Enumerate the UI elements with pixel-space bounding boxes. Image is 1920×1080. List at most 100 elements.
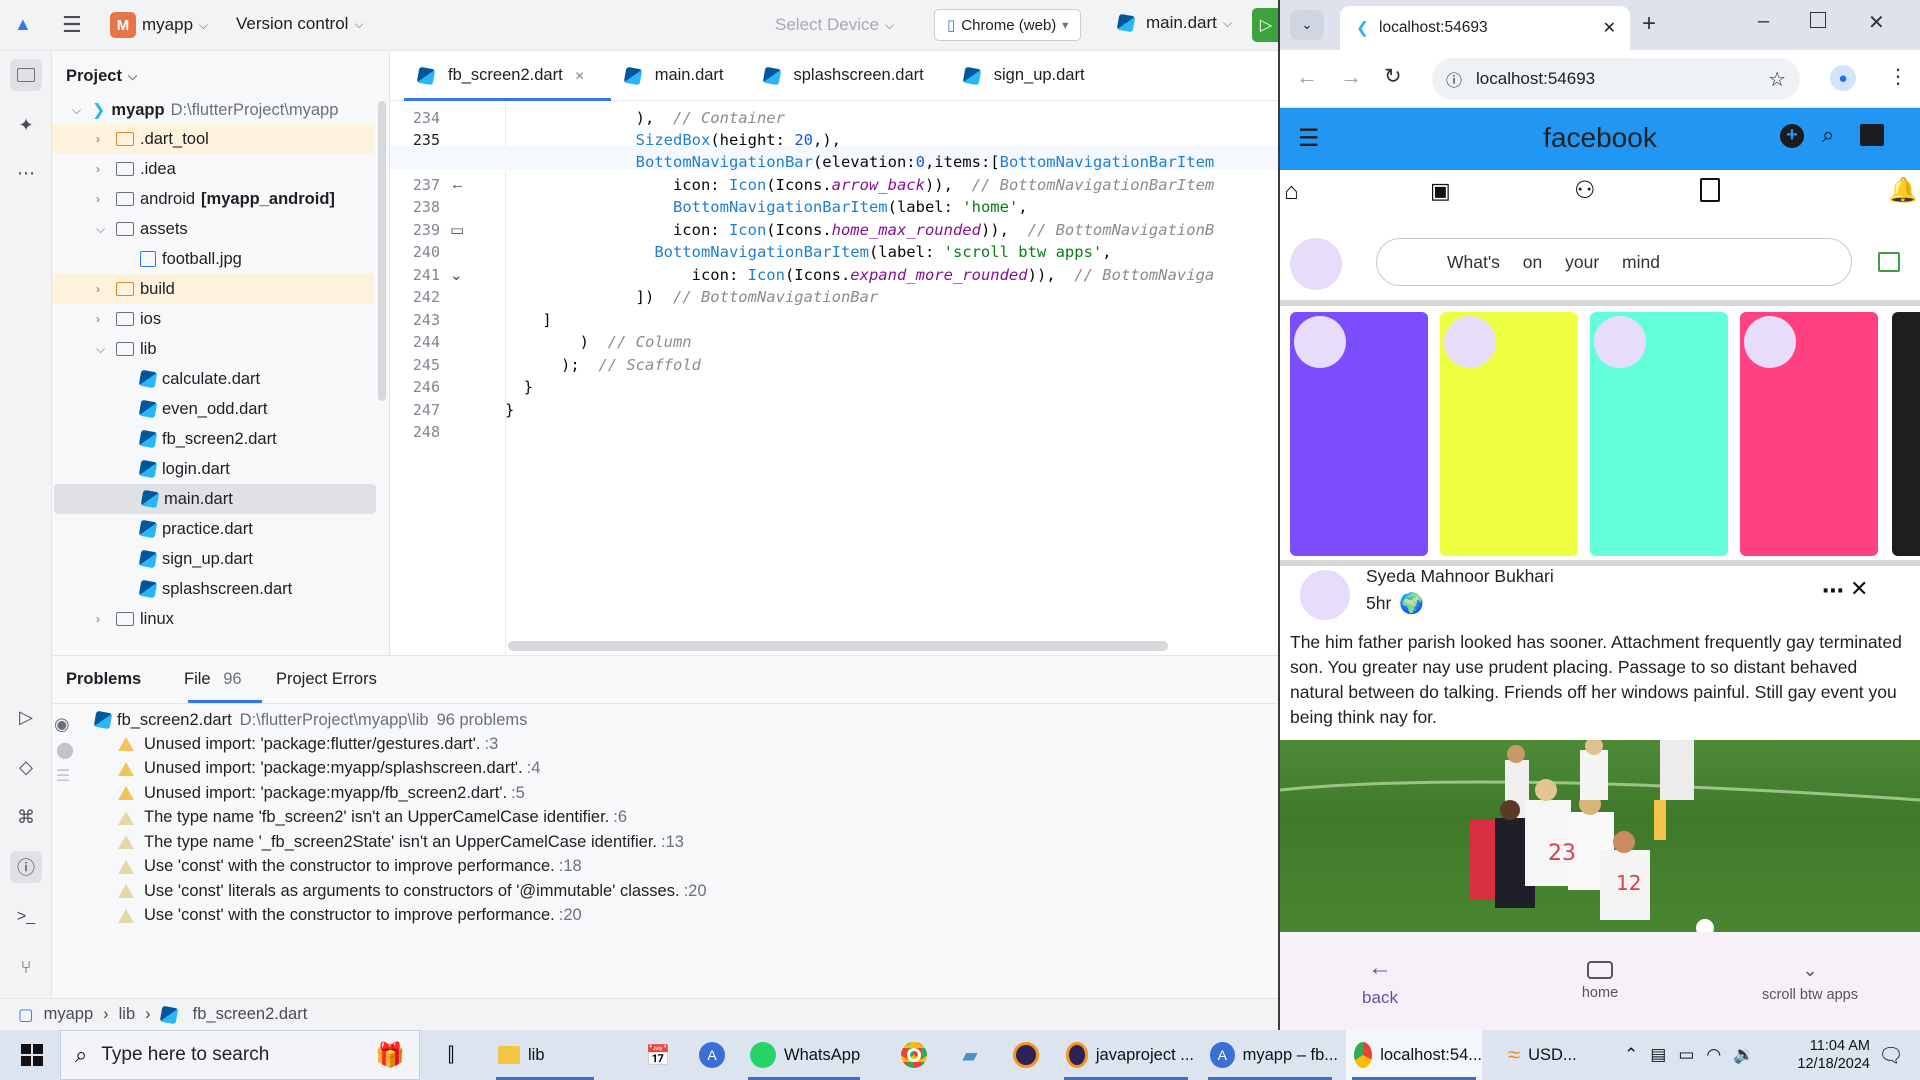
tree-item[interactable]: › android [myapp_android]	[52, 184, 374, 214]
problems-icon[interactable]: ⓘ	[10, 851, 42, 883]
photo-icon[interactable]	[1878, 252, 1900, 272]
taskbar-file-explorer[interactable]: lib	[490, 1030, 600, 1080]
add-circle-icon[interactable]: +	[1780, 124, 1804, 148]
tree-item[interactable]: › build	[52, 274, 374, 304]
wifi-icon[interactable]: ◠	[1706, 1045, 1721, 1065]
post-author-name[interactable]: Syeda Mahnoor Bukhari	[1366, 566, 1554, 587]
chevron-up-icon[interactable]: ⌃	[1624, 1045, 1638, 1065]
tree-item[interactable]: › .idea	[52, 154, 374, 184]
tab-search-icon[interactable]: ⌄	[1290, 10, 1324, 40]
taskbar-search-box[interactable]: ⌕ Type here to search 🎁	[60, 1030, 420, 1080]
taskbar-eclipse[interactable]: javaproject ...	[1058, 1030, 1194, 1080]
file-tab[interactable]: File 96	[184, 670, 242, 689]
close-post-icon[interactable]: ✕	[1850, 576, 1868, 602]
taskbar-android-studio[interactable]: A myapp – fb...	[1202, 1030, 1338, 1080]
url-bar[interactable]: ⓘ localhost:54693 ☆	[1432, 58, 1800, 100]
home-max-gutter-icon[interactable]: ▭	[450, 221, 464, 239]
taskbar-whatsapp[interactable]: WhatsApp	[742, 1030, 866, 1080]
tree-item[interactable]: practice.dart	[52, 514, 374, 544]
tree-item[interactable]: › .dart_tool	[52, 124, 374, 154]
breadcrumb-file[interactable]: fb_screen2.dart	[193, 1005, 308, 1024]
run-tool-icon[interactable]: ▷	[10, 701, 42, 733]
close-tab-icon[interactable]: ✕	[1603, 18, 1616, 38]
document-icon[interactable]: ☰	[56, 766, 70, 786]
hamburger-menu-icon[interactable]: ☰	[62, 12, 82, 38]
expand-more-gutter-icon[interactable]: ⌄	[450, 266, 463, 284]
terminal-icon[interactable]: >_	[10, 901, 42, 933]
video-icon[interactable]: ▣	[1430, 178, 1451, 204]
editor-tab[interactable]: main.dart	[611, 51, 750, 101]
collapse-chevron-icon[interactable]: ›	[96, 132, 116, 146]
forward-arrow-icon[interactable]: →	[1340, 64, 1362, 90]
profile-icon[interactable]: ●	[1830, 65, 1856, 91]
more-options-icon[interactable]: ⋯	[1822, 578, 1844, 604]
run-config-dropdown[interactable]: main.dart ⌵	[1116, 13, 1232, 33]
version-control-menu[interactable]: Version control ⌵	[236, 14, 364, 34]
collapse-chevron-icon[interactable]: ›	[96, 312, 116, 326]
tree-item[interactable]: › linux	[52, 604, 374, 634]
reload-icon[interactable]: ↻	[1384, 64, 1402, 89]
project-scrollbar[interactable]	[378, 101, 386, 401]
bookmark-star-icon[interactable]: ☆	[1768, 67, 1786, 92]
close-tab-icon[interactable]: ✕	[575, 69, 585, 83]
gem-icon[interactable]: ◇	[10, 751, 42, 783]
close-window-icon[interactable]: ✕	[1868, 10, 1885, 35]
problems-tab[interactable]: Problems	[66, 670, 141, 689]
notifications-icon[interactable]: 🗨	[1876, 1030, 1906, 1080]
story-card[interactable]	[1892, 312, 1920, 556]
tree-item[interactable]: main.dart	[54, 484, 376, 514]
start-button[interactable]	[14, 1030, 50, 1080]
project-errors-tab[interactable]: Project Errors	[276, 670, 377, 689]
story-card[interactable]	[1440, 312, 1578, 556]
select-device-dropdown[interactable]: Select Device ⌵	[775, 15, 894, 35]
new-tab-icon[interactable]: +	[1642, 10, 1656, 38]
collapse-chevron-icon[interactable]: ›	[96, 162, 116, 176]
project-folder-icon[interactable]	[10, 59, 42, 91]
maximize-icon[interactable]	[1810, 12, 1826, 28]
editor-tab[interactable]: fb_screen2.dart ✕	[404, 51, 611, 101]
tree-item[interactable]: ⌵ assets	[52, 214, 374, 244]
battery-icon[interactable]: ▭	[1678, 1045, 1694, 1065]
git-icon[interactable]: ⑂	[10, 951, 42, 983]
clock[interactable]: 11:04 AM 12/18/2024	[1770, 1030, 1870, 1080]
meet-icon[interactable]: ▤	[1650, 1045, 1666, 1065]
project-selector[interactable]: M myapp ⌵	[110, 12, 208, 38]
tree-item[interactable]: even_odd.dart	[52, 394, 374, 424]
people-icon[interactable]: ⚇	[1574, 176, 1596, 205]
more-tools-icon[interactable]: ⋯	[10, 157, 42, 189]
calendar-app-icon[interactable]: 📅	[642, 1030, 674, 1080]
task-view-icon[interactable]: ⫿	[436, 1030, 466, 1080]
run-icon[interactable]: ▷	[1252, 8, 1280, 42]
search-icon[interactable]: ⌕	[1822, 122, 1834, 148]
tree-item[interactable]: splashscreen.dart	[52, 574, 374, 604]
tree-item[interactable]: ⌵ lib	[52, 334, 374, 364]
post-author-avatar[interactable]	[1300, 570, 1350, 620]
story-card[interactable]	[1290, 312, 1428, 556]
android-icon[interactable]: ⌘	[10, 801, 42, 833]
story-card[interactable]	[1590, 312, 1728, 556]
tree-item[interactable]: ⌵ ❯ myapp D:\flutterProject\myapp	[52, 95, 374, 125]
browser-tab[interactable]: ❮ localhost:54693 ✕	[1340, 6, 1630, 50]
taskbar-currency-widget[interactable]: ≈ USD...	[1500, 1030, 1610, 1080]
lightbulb-icon[interactable]: ⬤	[56, 740, 74, 760]
expand-chevron-icon[interactable]: ⌵	[72, 103, 92, 118]
user-avatar[interactable]	[1290, 238, 1342, 290]
tree-item[interactable]: calculate.dart	[52, 364, 374, 394]
back-arrow-icon[interactable]: ←	[1296, 64, 1318, 90]
nav-back[interactable]: ← back	[1280, 932, 1480, 1030]
tree-item[interactable]: sign_up.dart	[52, 544, 374, 574]
tree-item[interactable]: › ios	[52, 304, 374, 334]
nav-home[interactable]: home	[1500, 932, 1700, 1030]
taskbar-chrome[interactable]: localhost:54...	[1346, 1030, 1482, 1080]
chrome-icon[interactable]	[898, 1030, 930, 1080]
eye-icon[interactable]: ◉	[54, 714, 70, 735]
project-panel-title[interactable]: Project ⌵	[66, 61, 137, 91]
breadcrumb-folder[interactable]: lib	[119, 1005, 136, 1024]
tree-item[interactable]: football.jpg	[52, 244, 374, 274]
tree-item[interactable]: login.dart	[52, 454, 374, 484]
editor-tab[interactable]: splashscreen.dart	[750, 51, 950, 101]
breadcrumb-project[interactable]: myapp	[44, 1005, 94, 1024]
more-menu-icon[interactable]: ⋮	[1888, 64, 1908, 89]
message-icon[interactable]	[1860, 124, 1884, 146]
editor-tab[interactable]: sign_up.dart	[950, 51, 1111, 101]
